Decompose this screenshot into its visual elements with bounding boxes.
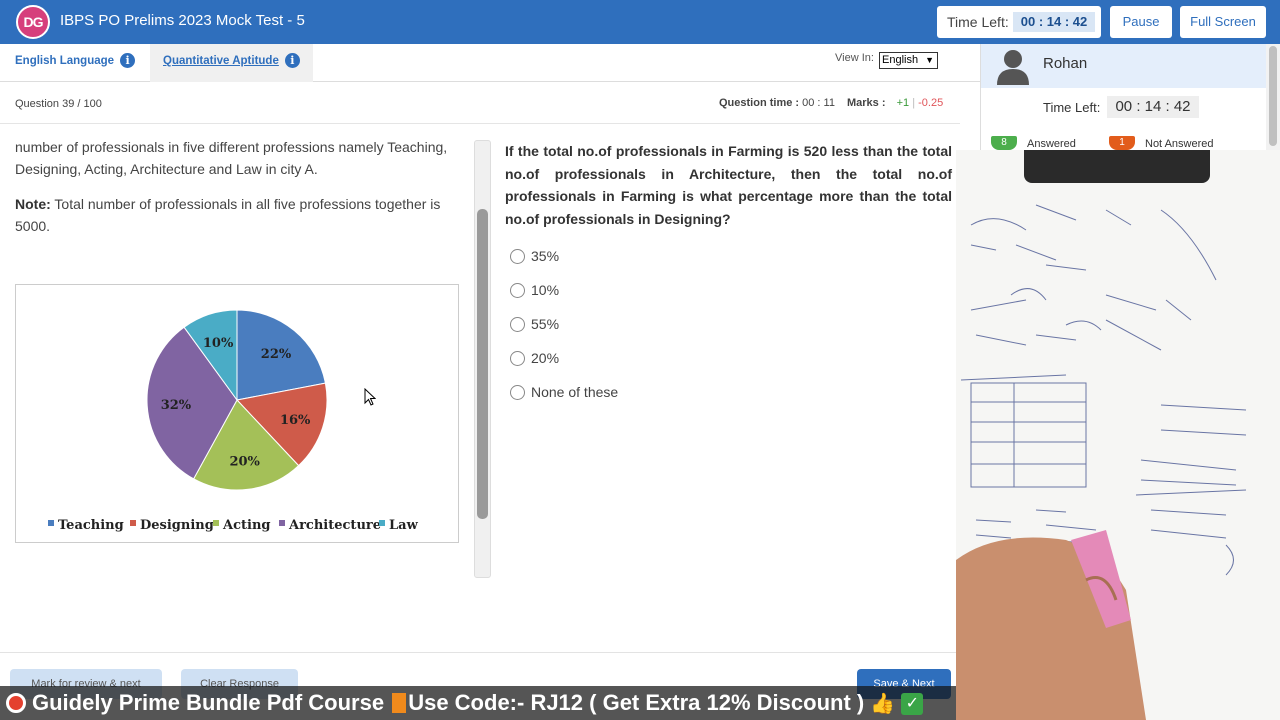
scrollbar-thumb[interactable] <box>1269 46 1277 146</box>
time-left-box: Time Left: 00 : 14 : 42 <box>937 6 1101 38</box>
language-select-value: English <box>882 54 919 66</box>
info-icon[interactable]: i <box>120 53 136 69</box>
rough-work-sketch <box>956 204 1247 720</box>
radio-button[interactable] <box>510 317 525 332</box>
legend-swatch-law <box>379 520 385 526</box>
check-mark-icon: ✓ <box>901 693 924 716</box>
passage-note: Note: Total number of professionals in a… <box>15 193 463 237</box>
promo-code-text: Use Code:- RJ12 ( Get Extra 12% Discount… <box>408 690 865 715</box>
section-tabs: English Language i Quantitative Aptitude i <box>0 44 980 82</box>
username: Rohan <box>1043 55 1088 72</box>
book-icon <box>392 693 407 713</box>
panel-time-left-value: 00 : 14 : 42 <box>1107 96 1199 118</box>
legend-label-designing: Designing <box>140 518 214 533</box>
option-label: None of these <box>531 384 619 400</box>
not-answered-label: Not Answered <box>1145 138 1214 150</box>
option-label: 10% <box>531 282 560 298</box>
marks-negative: -0.25 <box>918 97 944 109</box>
pie-label-acting: 20% <box>229 455 260 470</box>
radio-button[interactable] <box>510 385 525 400</box>
legend-swatch-designing <box>130 520 136 526</box>
pie-chart: 22% 16% 20% 32% 10% Teaching Designing Acting Ar… <box>48 309 419 533</box>
test-title: IBPS PO Prelims 2023 Mock Test - 5 <box>60 12 305 29</box>
option-label: 35% <box>531 248 560 264</box>
question-text: If the total no.of professionals in Farm… <box>505 143 952 227</box>
tab-english-language[interactable]: English Language i <box>15 44 136 82</box>
pie-label-designing: 16% <box>280 413 311 428</box>
marks-separator: | <box>912 97 916 109</box>
pie-label-teaching: 22% <box>261 347 292 362</box>
target-icon <box>6 693 26 713</box>
answered-label: Answered <box>1027 138 1076 150</box>
radio-button[interactable] <box>510 249 525 264</box>
pie-label-architecture: 32% <box>161 398 192 413</box>
tab-label: English Language <box>15 55 115 67</box>
marks: Marks : +1 | -0.25 <box>847 97 943 109</box>
option-label: 20% <box>531 350 560 366</box>
radio-button[interactable] <box>510 283 525 298</box>
question-number: Question 39 / 100 <box>15 98 102 110</box>
user-row: Rohan <box>981 44 1267 88</box>
question-time-label: Question time : <box>719 97 800 109</box>
brand-logo: DG <box>16 5 50 39</box>
not-answered-count-badge: 1 <box>1109 136 1135 150</box>
legend-label-architecture: Architecture <box>288 518 381 533</box>
thumbs-up-icon: 👍 <box>870 693 896 715</box>
legend-swatch-teaching <box>48 520 54 526</box>
pie-chart-box: 22% 16% 20% 32% 10% Teaching Designing Acting Ar… <box>15 284 459 543</box>
view-in-label: View In: <box>835 52 874 64</box>
panel-time-left-label: Time Left: <box>1043 100 1101 115</box>
time-left-label: Time Left: <box>947 14 1009 30</box>
question-time: Question time : 00 : 11 <box>719 97 835 109</box>
fullscreen-button[interactable]: Full Screen <box>1180 6 1266 38</box>
legend-swatch-acting <box>213 520 219 526</box>
promo-banner: Guidely Prime Bundle Pdf Course Use Code… <box>0 686 956 720</box>
tab-quantitative-aptitude[interactable]: Quantitative Aptitude i <box>150 44 313 82</box>
marks-label: Marks : <box>847 97 886 109</box>
passage-text: number of professionals in five differen… <box>15 139 448 177</box>
question-time-value: 00 : 11 <box>802 97 835 109</box>
marks-positive: +1 <box>896 97 910 109</box>
legend-swatch-architecture <box>279 520 285 526</box>
legend-label-law: Law <box>389 518 419 533</box>
passage-scrollbar[interactable] <box>474 140 491 578</box>
panel-scrollbar[interactable] <box>1266 44 1280 152</box>
pause-button[interactable]: Pause <box>1110 6 1172 38</box>
pie-label-law: 10% <box>203 336 234 351</box>
mouse-cursor-icon <box>364 388 376 406</box>
note-label: Note: <box>15 196 51 212</box>
note-text: Total number of professionals in all fiv… <box>15 196 441 234</box>
top-bar: DG IBPS PO Prelims 2023 Mock Test - 5 Ti… <box>0 0 1280 44</box>
option-label: 55% <box>531 316 560 332</box>
legend-label-teaching: Teaching <box>58 518 124 533</box>
promo-text: Guidely Prime Bundle Pdf Course <box>32 690 385 715</box>
chevron-down-icon: ▼ <box>925 55 934 65</box>
answered-count-badge: 8 <box>991 136 1017 150</box>
legend-label-acting: Acting <box>222 518 271 533</box>
handwritten-notes-image <box>956 150 1280 720</box>
language-select[interactable]: English ▼ <box>879 52 938 69</box>
info-icon[interactable]: i <box>284 53 300 69</box>
avatar <box>997 50 1029 85</box>
radio-button[interactable] <box>510 351 525 366</box>
time-left-value: 00 : 14 : 42 <box>1013 12 1095 32</box>
divider <box>0 123 960 124</box>
candidate-panel: Rohan Time Left: 00 : 14 : 42 8 Answered… <box>980 44 1280 152</box>
tab-label: Quantitative Aptitude <box>163 55 279 67</box>
scrollbar-thumb[interactable] <box>477 209 488 519</box>
